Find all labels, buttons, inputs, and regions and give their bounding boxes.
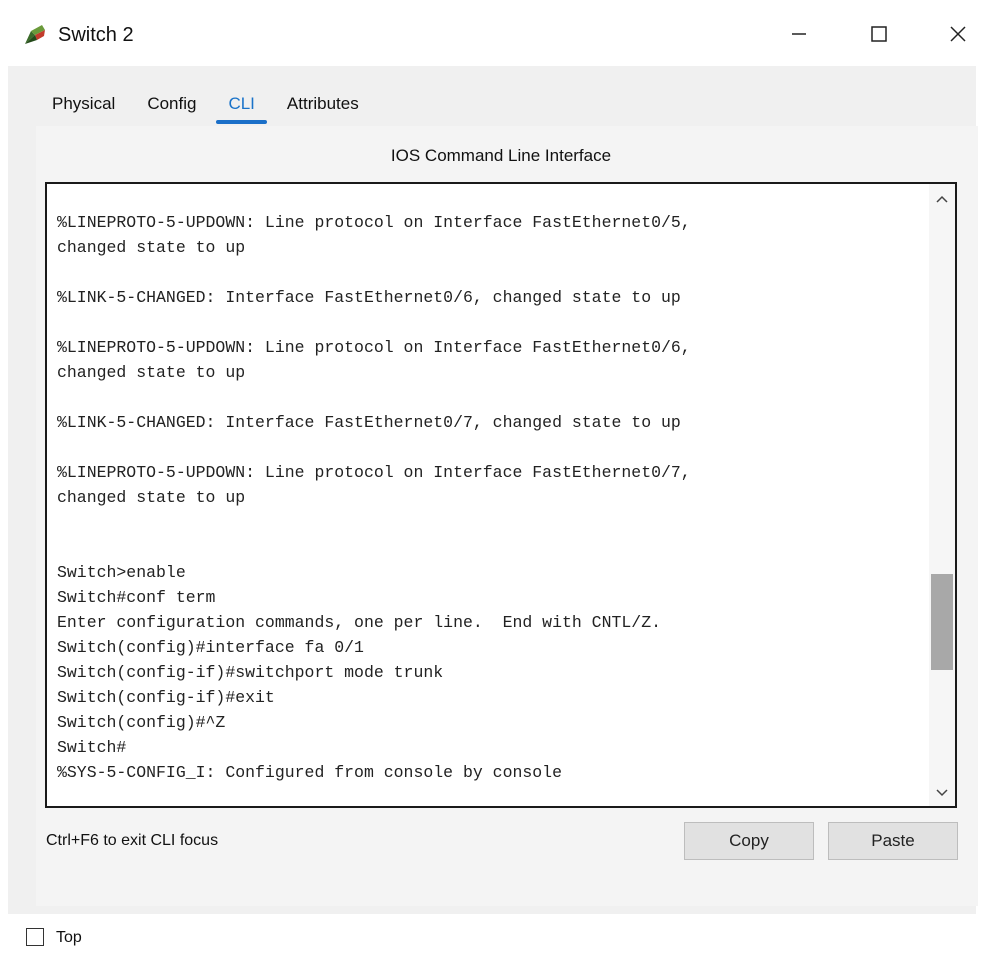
terminal-line: Switch(config-if)#switchport mode trunk (57, 663, 444, 682)
cli-terminal[interactable]: %LINEPROTO-5-UPDOWN: Line protocol on In… (45, 182, 957, 808)
cli-heading: IOS Command Line Interface (390, 146, 612, 165)
tab-label: Config (147, 94, 197, 113)
terminal-line: changed state to up (57, 238, 246, 257)
terminal-line: Switch# (57, 738, 127, 757)
tab-bar: Physical Config CLI Attributes (36, 82, 375, 126)
chevron-down-icon (936, 789, 948, 797)
close-icon (950, 26, 966, 42)
minimize-icon (792, 33, 806, 35)
maximize-button[interactable] (851, 14, 907, 54)
tab-config[interactable]: Config (131, 82, 212, 126)
chevron-up-icon (936, 195, 948, 203)
terminal-line: Switch#conf term (57, 588, 216, 607)
tab-physical[interactable]: Physical (36, 82, 131, 126)
top-checkbox[interactable] (26, 928, 44, 946)
tab-label: Physical (52, 94, 116, 113)
paste-button[interactable]: Paste (828, 822, 958, 860)
minimize-button[interactable] (771, 14, 827, 54)
terminal-scrollbar[interactable] (929, 184, 955, 806)
switch-device-icon (22, 22, 48, 48)
top-checkbox-label[interactable]: Top (56, 928, 82, 948)
scroll-down-button[interactable] (929, 782, 955, 804)
scroll-thumb[interactable] (931, 574, 953, 670)
terminal-line: Switch(config)#^Z (57, 713, 226, 732)
cli-focus-hint: Ctrl+F6 to exit CLI focus (46, 832, 219, 849)
terminal-line: Switch>enable (57, 563, 186, 582)
copy-button[interactable]: Copy (684, 822, 814, 860)
tab-cli[interactable]: CLI (212, 82, 270, 126)
terminal-line: %LINEPROTO-5-UPDOWN: Line protocol on In… (57, 338, 691, 357)
switch-window: Switch 2 Physical Config CLI Attributes … (0, 0, 984, 967)
scroll-up-button[interactable] (929, 188, 955, 210)
window-title: Switch 2 (58, 24, 134, 46)
terminal-line: changed state to up (57, 363, 246, 382)
terminal-line: %LINEPROTO-5-UPDOWN: Line protocol on In… (57, 463, 691, 482)
terminal-line: changed state to up (57, 488, 246, 507)
terminal-line: %LINK-5-CHANGED: Interface FastEthernet0… (57, 413, 681, 432)
terminal-line: Switch(config-if)#exit (57, 688, 275, 707)
terminal-line: %LINEPROTO-5-UPDOWN: Line protocol on In… (57, 213, 691, 232)
terminal-output[interactable]: %LINEPROTO-5-UPDOWN: Line protocol on In… (57, 210, 927, 785)
tab-label: Attributes (286, 94, 359, 113)
close-button[interactable] (930, 14, 984, 54)
terminal-line: Enter configuration commands, one per li… (57, 613, 661, 632)
terminal-line: %LINK-5-CHANGED: Interface FastEthernet0… (57, 288, 681, 307)
footer (0, 914, 984, 967)
title-bar[interactable]: Switch 2 (0, 0, 984, 66)
terminal-line: %SYS-5-CONFIG_I: Configured from console… (57, 763, 562, 782)
maximize-icon (871, 26, 887, 42)
active-tab-indicator (216, 120, 267, 124)
tab-label: CLI (228, 94, 255, 113)
terminal-line: Switch(config)#interface fa 0/1 (57, 638, 364, 657)
tab-attributes[interactable]: Attributes (271, 82, 375, 126)
